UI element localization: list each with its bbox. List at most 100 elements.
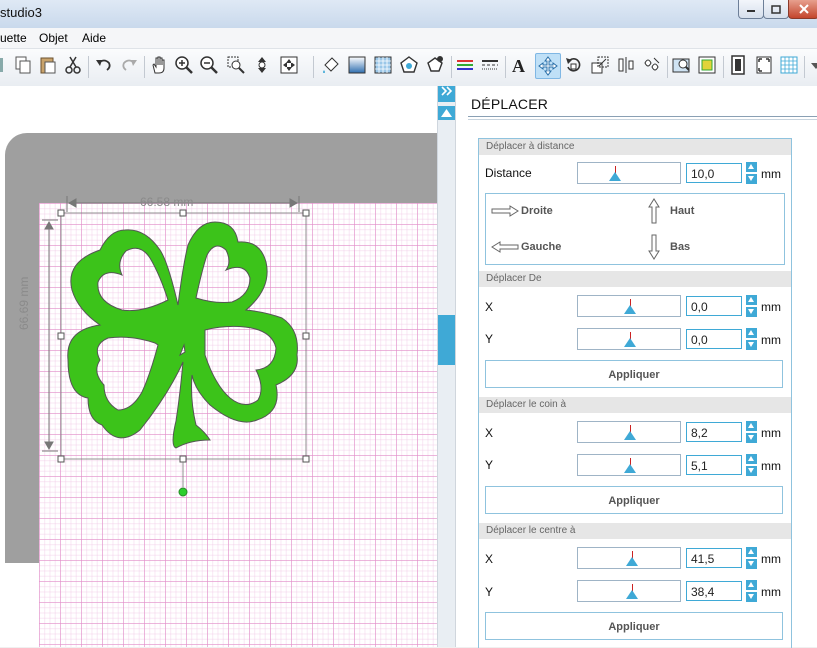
pattern-button[interactable] — [372, 54, 394, 76]
vertical-scrollbar[interactable] — [437, 86, 455, 647]
copy-button[interactable] — [12, 54, 34, 76]
zoom-out-button[interactable] — [198, 54, 220, 76]
title-bar: studio3 — [0, 0, 817, 28]
shape-fill-button[interactable] — [424, 54, 446, 76]
toolbar: A — [0, 49, 817, 87]
svg-text:A: A — [512, 56, 525, 75]
trace-button[interactable] — [670, 54, 692, 76]
registration-button[interactable] — [753, 54, 775, 76]
move-right-label: Droite — [521, 205, 553, 217]
apply-center-button[interactable]: Appliquer — [485, 612, 783, 640]
move-down-button[interactable]: Bas — [648, 234, 690, 260]
corner-x-spinner[interactable] — [746, 421, 757, 443]
chevron-down-icon — [811, 63, 817, 69]
center-y-slider[interactable] — [577, 580, 681, 602]
collapse-panel-button[interactable] — [438, 86, 455, 102]
page-setup-icon — [731, 55, 745, 75]
media-grid — [39, 203, 437, 647]
move-left-button[interactable]: Gauche — [491, 241, 561, 253]
zoom-box-icon — [227, 56, 245, 74]
line-color-button[interactable] — [454, 54, 476, 76]
cut-icon — [65, 56, 81, 74]
zoom-in-button[interactable] — [173, 54, 195, 76]
distance-input[interactable]: 10,0 — [686, 163, 742, 183]
pan-hand-icon — [152, 56, 165, 74]
move-by-x-unit: mm — [761, 300, 781, 314]
align-button[interactable] — [615, 54, 637, 76]
grid-icon — [780, 56, 798, 74]
zoom-box-button[interactable] — [225, 54, 247, 76]
move-by-x-spinner[interactable] — [746, 295, 757, 317]
section-header-corner: Déplacer le coin à — [479, 397, 791, 413]
menu-silhouette[interactable]: uette — [0, 31, 27, 45]
corner-x-input[interactable]: 8,2 — [686, 422, 742, 442]
maximize-icon — [771, 4, 781, 14]
close-button[interactable] — [788, 0, 817, 19]
center-y-unit: mm — [761, 585, 781, 599]
menu-objet[interactable]: Objet — [39, 31, 68, 45]
center-x-slider[interactable] — [577, 547, 681, 569]
distance-slider[interactable] — [577, 162, 681, 184]
move-by-y-spinner[interactable] — [746, 328, 757, 350]
apply-corner-button[interactable]: Appliquer — [485, 486, 783, 514]
minimize-icon — [747, 10, 755, 12]
corner-x-slider[interactable] — [577, 421, 681, 443]
toolbar-overflow-button[interactable] — [805, 54, 817, 76]
center-y-spinner[interactable] — [746, 580, 757, 602]
page-setup-button[interactable] — [727, 54, 749, 76]
move-by-x-input[interactable]: 0,0 — [686, 296, 742, 316]
pan-button[interactable] — [148, 54, 170, 76]
text-button[interactable]: A — [508, 54, 530, 76]
gradient-button[interactable] — [346, 54, 368, 76]
zoom-drag-button[interactable] — [251, 54, 273, 76]
gradient-icon — [348, 56, 366, 74]
scale-icon — [591, 56, 609, 74]
scroll-up-button[interactable] — [438, 106, 455, 120]
corner-y-spinner[interactable] — [746, 454, 757, 476]
copy-icon — [15, 56, 31, 74]
scroll-thumb[interactable] — [438, 315, 455, 365]
move-button[interactable] — [535, 53, 561, 79]
move-by-x-slider[interactable] — [577, 295, 681, 317]
center-x-input[interactable]: 41,5 — [686, 548, 742, 568]
offset-button[interactable] — [696, 54, 718, 76]
distance-spinner[interactable] — [746, 162, 757, 184]
undo-button[interactable] — [93, 54, 115, 76]
move-by-y-input[interactable]: 0,0 — [686, 329, 742, 349]
scale-button[interactable] — [589, 54, 611, 76]
paste-icon — [40, 57, 56, 74]
minimize-button[interactable] — [738, 0, 764, 19]
center-y-input[interactable]: 38,4 — [686, 581, 742, 601]
move-right-button[interactable]: Droite — [491, 205, 553, 217]
zoom-drag-icon — [258, 57, 266, 73]
rotate-icon — [566, 58, 581, 72]
move-panel: DÉPLACER Déplacer à distance Distance 10… — [455, 86, 817, 648]
menu-aide[interactable]: Aide — [82, 31, 106, 45]
maximize-button[interactable] — [763, 0, 789, 19]
paste-button[interactable] — [37, 54, 59, 76]
line-style-button[interactable] — [479, 54, 501, 76]
cut-button[interactable] — [62, 54, 84, 76]
move-up-button[interactable]: Haut — [648, 198, 694, 224]
trace-icon — [672, 58, 690, 73]
grid-button[interactable] — [778, 54, 800, 76]
apply-move-by-button[interactable]: Appliquer — [485, 360, 783, 388]
center-x-spinner[interactable] — [746, 547, 757, 569]
move-by-y-label: Y — [485, 332, 494, 346]
distance-unit: mm — [761, 167, 781, 181]
replicate-button[interactable] — [641, 54, 663, 76]
shape-stroke-button[interactable] — [398, 54, 420, 76]
zoom-fit-icon — [280, 56, 298, 74]
move-by-y-unit: mm — [761, 333, 781, 347]
corner-y-input[interactable]: 5,1 — [686, 455, 742, 475]
registration-icon — [756, 56, 772, 74]
zoom-fit-button[interactable] — [278, 54, 300, 76]
section-header-move-by: Déplacer De — [479, 271, 791, 287]
redo-button[interactable] — [118, 54, 140, 76]
undo-icon — [96, 59, 111, 71]
move-by-y-slider[interactable] — [577, 328, 681, 350]
corner-y-slider[interactable] — [577, 454, 681, 476]
align-icon — [618, 57, 634, 73]
fill-button[interactable] — [320, 54, 342, 76]
rotate-button[interactable] — [562, 54, 584, 76]
